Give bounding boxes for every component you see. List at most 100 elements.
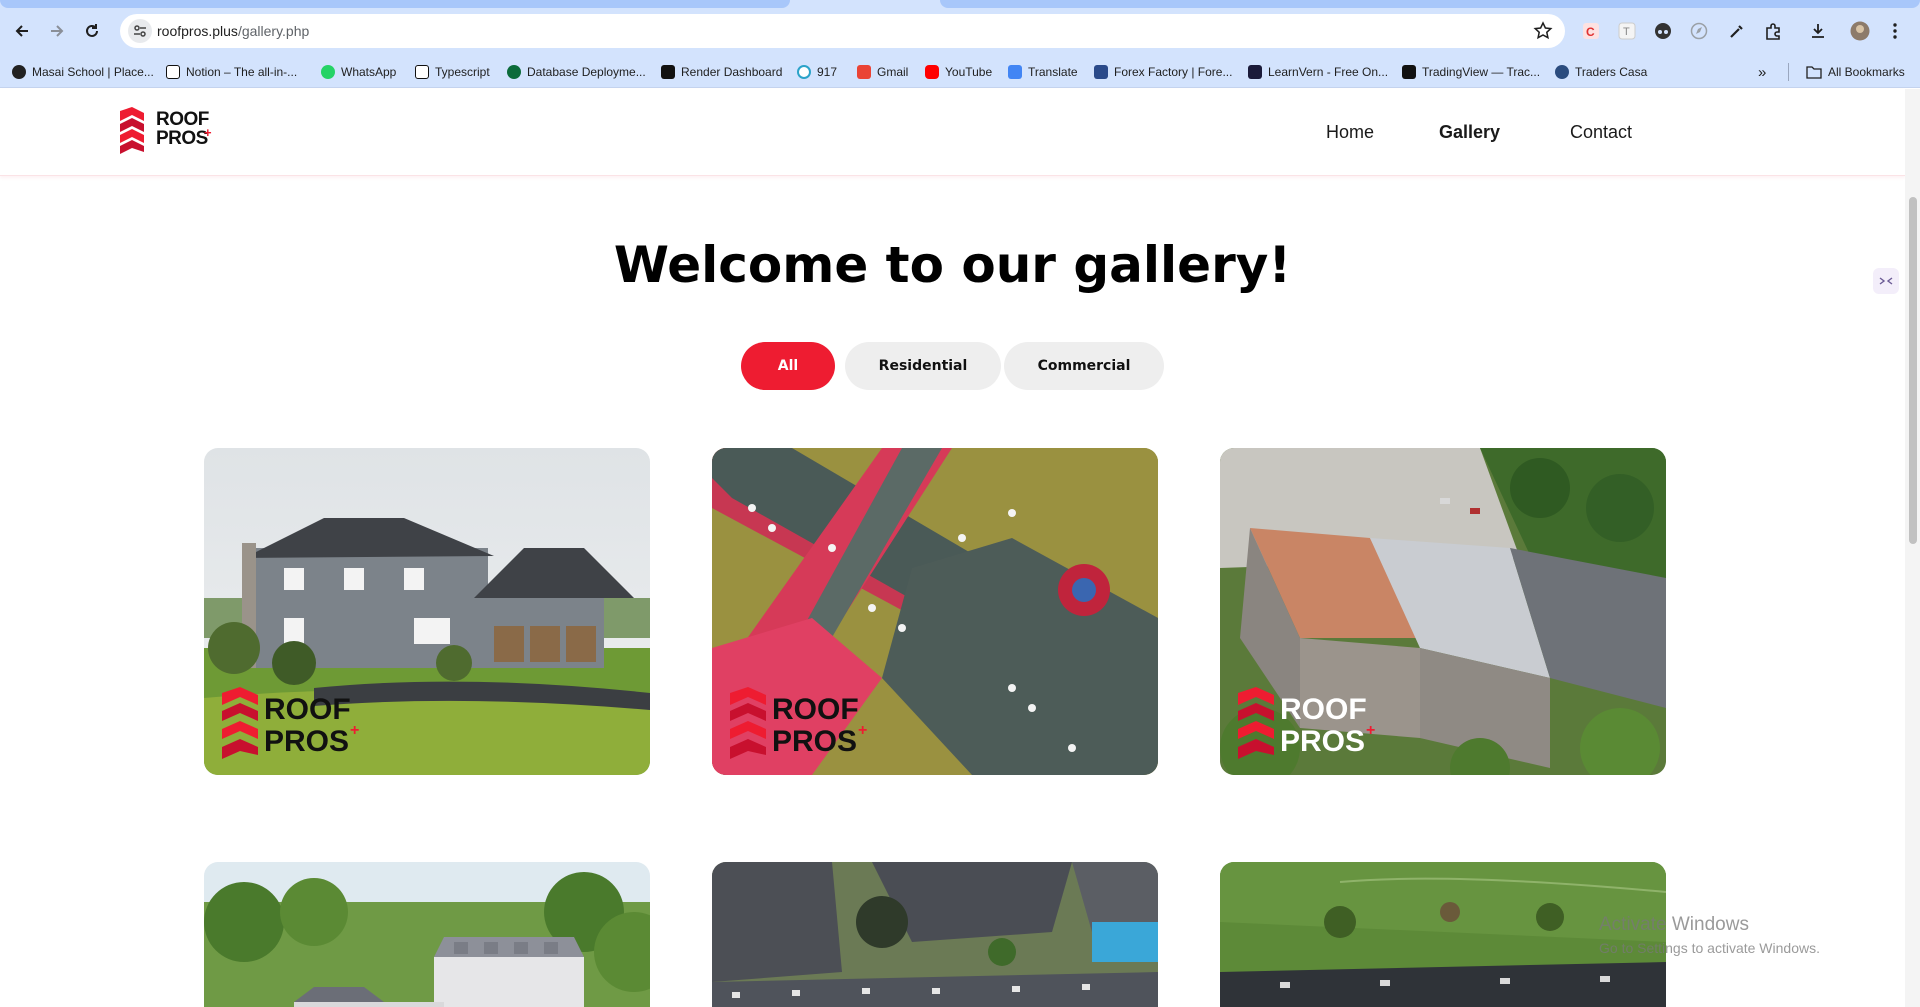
nav-gallery[interactable]: Gallery: [1439, 122, 1500, 143]
bookmark-item[interactable]: LearnVern - Free On...: [1248, 63, 1388, 81]
bookmark-item[interactable]: Forex Factory | Fore...: [1094, 63, 1232, 81]
bookmark-favicon-icon: [1094, 65, 1108, 79]
roofpros-watermark: ROOF PROS +: [218, 685, 368, 761]
bookmark-favicon-icon: [797, 65, 811, 79]
logo-line-2: PROS: [156, 128, 208, 149]
bookmark-label: YouTube: [945, 65, 993, 79]
bookmark-item[interactable]: Notion – The all-in-...: [166, 63, 297, 81]
activate-windows-subtitle: Go to Settings to activate Windows.: [1599, 940, 1820, 956]
bookmark-item[interactable]: 917: [797, 63, 837, 81]
bookmark-item[interactable]: YouTube: [925, 63, 992, 81]
page-scrollbar[interactable]: [1905, 89, 1920, 1007]
folder-icon: [1806, 65, 1822, 79]
extensions-puzzle-icon[interactable]: [1763, 21, 1783, 41]
filter-commercial-button[interactable]: Commercial: [1004, 342, 1164, 390]
roofpros-watermark: ROOF PROS +: [1234, 685, 1384, 761]
url-text: roofpros.plus/gallery.php: [157, 23, 309, 39]
browser-menu-icon[interactable]: [1885, 21, 1905, 41]
gallery-image-commercial-aerial[interactable]: ROOF PROS +: [712, 448, 1158, 775]
eyedropper-icon[interactable]: [1727, 21, 1747, 41]
bookmark-item[interactable]: Traders Casa: [1555, 63, 1647, 81]
bookmarks-bar: Masai School | Place... Notion – The all…: [0, 54, 1920, 88]
bookmark-favicon-icon: [12, 65, 26, 79]
bookmark-label: Notion – The all-in-...: [186, 65, 298, 79]
extension-compass-icon[interactable]: [1689, 21, 1709, 41]
bookmark-favicon-icon: [857, 65, 871, 79]
extension-c-icon[interactable]: C: [1581, 21, 1601, 41]
url-path: /gallery.php: [237, 23, 310, 39]
watermark-line-2: PROS: [772, 725, 857, 758]
watermark-plus-icon: +: [1366, 722, 1375, 739]
extension-text-icon[interactable]: T: [1617, 21, 1637, 41]
watermark-line-1: ROOF: [1280, 693, 1367, 726]
svg-text:T: T: [1623, 26, 1630, 38]
bookmark-label: Masai School | Place...: [32, 65, 154, 79]
scrollbar-thumb[interactable]: [1909, 197, 1917, 544]
watermark-line-2: PROS: [264, 725, 349, 758]
bookmark-label: 917: [817, 65, 838, 79]
bookmark-item[interactable]: Typescript: [415, 63, 490, 81]
filter-all-button[interactable]: All: [741, 342, 835, 390]
more-bookmarks-button[interactable]: »: [1758, 63, 1766, 81]
bookmark-item[interactable]: Render Dashboard: [661, 63, 782, 81]
nav-home[interactable]: Home: [1326, 122, 1374, 143]
bookmark-favicon-icon: [925, 65, 939, 79]
profile-avatar-icon[interactable]: [1850, 21, 1870, 41]
bookmark-favicon-icon: [1248, 65, 1262, 79]
site-info-icon[interactable]: [128, 19, 152, 43]
gallery-image-house-trees[interactable]: [204, 862, 650, 1007]
browser-toolbar: roofpros.plus/gallery.php C T: [0, 8, 1920, 54]
tab-strip: [0, 0, 1920, 8]
watermark-line-1: ROOF: [264, 693, 351, 726]
bookmark-item[interactable]: WhatsApp: [321, 63, 396, 81]
bookmark-favicon-icon: [166, 65, 180, 79]
bookmark-item[interactable]: Database Deployme...: [507, 63, 646, 81]
bookmark-favicon-icon: [1555, 65, 1569, 79]
bookmark-label: Gmail: [877, 65, 909, 79]
bookmark-label: Traders Casa: [1575, 65, 1648, 79]
bookmark-label: TradingView — Trac...: [1422, 65, 1541, 79]
bookmark-label: LearnVern - Free On...: [1268, 65, 1389, 79]
roofpros-logo[interactable]: ROOF PROS +: [118, 105, 218, 157]
bookmark-label: Database Deployme...: [527, 65, 646, 79]
watermark-line-2: PROS: [1280, 725, 1365, 758]
download-icon[interactable]: [1808, 21, 1828, 41]
watermark-line-1: ROOF: [772, 693, 859, 726]
browser-tab[interactable]: [0, 0, 790, 8]
page-title: Welcome to our gallery!: [613, 236, 1292, 294]
bookmark-favicon-icon: [1402, 65, 1416, 79]
bookmark-favicon-icon: [507, 65, 521, 79]
address-bar[interactable]: roofpros.plus/gallery.php: [120, 14, 1565, 48]
bookmark-label: WhatsApp: [341, 65, 397, 79]
filter-residential-button[interactable]: Residential: [845, 342, 1001, 390]
bookmark-favicon-icon: [1008, 65, 1022, 79]
gallery-image-neighborhood-aerial[interactable]: [712, 862, 1158, 1007]
watermark-plus-icon: +: [858, 722, 867, 739]
reload-icon[interactable]: [80, 19, 104, 43]
bookmark-favicon-icon: [321, 65, 335, 79]
browser-tab[interactable]: [940, 0, 1920, 8]
side-extension-widget-icon[interactable]: [1873, 268, 1899, 294]
extension-incognito-icon[interactable]: [1653, 21, 1673, 41]
bookmark-label: Forex Factory | Fore...: [1114, 65, 1233, 79]
bookmark-item[interactable]: Gmail: [857, 63, 908, 81]
logo-text: ROOF PROS: [156, 110, 209, 148]
svg-text:C: C: [1586, 25, 1595, 39]
all-bookmarks-label: All Bookmarks: [1828, 65, 1905, 79]
bookmark-star-icon[interactable]: [1533, 21, 1553, 46]
bookmark-label: Translate: [1028, 65, 1078, 79]
nav-contact[interactable]: Contact: [1570, 122, 1632, 143]
logo-line-1: ROOF: [156, 109, 209, 130]
bookmark-item[interactable]: Masai School | Place...: [12, 63, 154, 81]
bookmarks-divider: [1788, 63, 1789, 81]
url-host: roofpros.plus: [157, 23, 238, 39]
bookmark-item[interactable]: Translate: [1008, 63, 1078, 81]
back-arrow-icon[interactable]: [10, 19, 34, 43]
site-header: ROOF PROS + Home Gallery Contact: [0, 89, 1905, 176]
gallery-image-apartment-aerial[interactable]: ROOF PROS +: [1220, 448, 1666, 775]
all-bookmarks-button[interactable]: All Bookmarks: [1806, 63, 1905, 81]
gallery-image-residential-house[interactable]: ROOF PROS +: [204, 448, 650, 775]
bookmark-item[interactable]: TradingView — Trac...: [1402, 63, 1540, 81]
roofpros-watermark: ROOF PROS +: [726, 685, 876, 761]
forward-arrow-icon[interactable]: [45, 19, 69, 43]
